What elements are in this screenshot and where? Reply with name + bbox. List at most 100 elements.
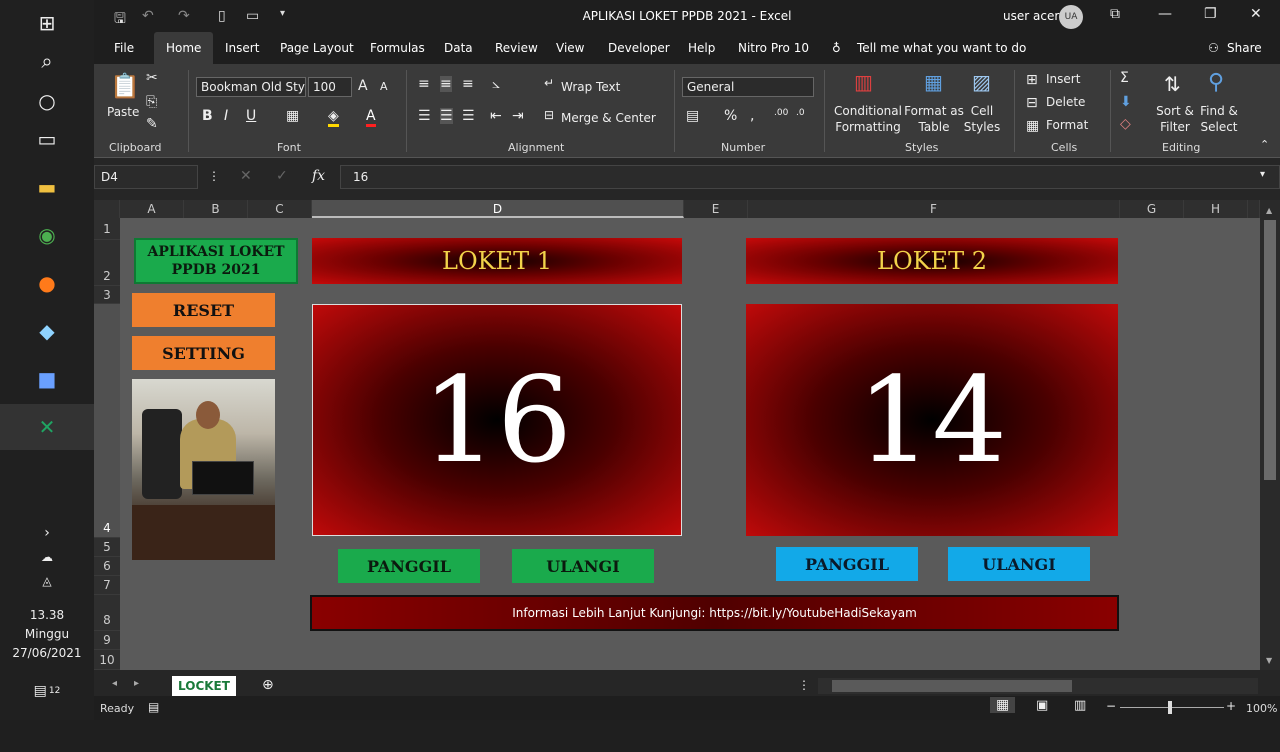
zoom-slider[interactable] (1120, 707, 1224, 708)
wrap-text-button[interactable]: Wrap Text (561, 80, 620, 94)
insert-function-button[interactable]: fx (312, 168, 325, 184)
new-file-icon[interactable]: ▯ (218, 8, 226, 24)
increase-decimal-icon[interactable]: .00 (774, 108, 788, 118)
column-header-g[interactable]: G (1120, 200, 1184, 218)
column-header-a[interactable]: A (120, 200, 184, 218)
underline-icon[interactable]: U (246, 108, 256, 124)
row-header-1[interactable]: 1 (94, 218, 120, 240)
zoom-level[interactable]: 100% (1246, 702, 1277, 715)
redo-icon[interactable]: ↷ (178, 8, 190, 24)
sort-filter-icon[interactable]: ⇅ (1164, 72, 1181, 96)
autosum-icon[interactable]: Σ (1120, 70, 1129, 86)
increase-indent-icon[interactable]: ⇥ (512, 108, 524, 124)
fill-icon[interactable]: ⬇ (1120, 94, 1132, 110)
merge-icon[interactable]: ⊟ (544, 108, 554, 122)
bold-icon[interactable]: B (202, 108, 213, 124)
loket-1-number[interactable]: 16 (312, 304, 682, 536)
align-top-icon[interactable]: ≡ (418, 76, 430, 92)
italic-icon[interactable]: I (224, 108, 228, 124)
delete-cells-button[interactable]: Delete (1046, 95, 1085, 109)
close-icon[interactable]: ✕ (1250, 6, 1262, 22)
decrease-decimal-icon[interactable]: .0 (796, 108, 805, 118)
save-icon[interactable]: 🖫 (114, 8, 126, 32)
expand-formula-bar-icon[interactable]: ▾ (1260, 169, 1265, 180)
tab-review[interactable]: Review (495, 41, 538, 55)
tab-file[interactable]: File (114, 41, 134, 55)
clear-icon[interactable]: ◇ (1120, 116, 1131, 132)
comma-style-icon[interactable]: , (750, 108, 754, 124)
column-header-d[interactable]: D (312, 200, 684, 218)
loket-2-panggil-button[interactable]: PANGGIL (776, 547, 918, 581)
more-options-icon[interactable]: ⋮ (208, 169, 220, 183)
loket-2-ulangi-button[interactable]: ULANGI (948, 547, 1090, 581)
collapse-ribbon-icon[interactable]: ⌃ (1260, 138, 1269, 151)
row-header-10[interactable]: 10 (94, 650, 120, 670)
align-middle-icon[interactable]: ≡ (440, 76, 452, 92)
format-cells-button[interactable]: Format (1046, 118, 1088, 132)
scroll-up-icon[interactable]: ▲ (1266, 206, 1272, 215)
page-layout-view-icon[interactable]: ▣ (1036, 698, 1048, 713)
row-header-5[interactable]: 5 (94, 538, 120, 557)
task-view-icon[interactable]: ▭ (0, 116, 94, 162)
format-painter-icon[interactable]: ✎ (146, 116, 158, 132)
copy-icon[interactable]: ⎘ (146, 94, 157, 110)
insert-cells-button[interactable]: Insert (1046, 72, 1080, 86)
normal-view-icon[interactable]: ▦ (990, 697, 1016, 713)
customize-qat-icon[interactable]: ▾ (280, 8, 285, 19)
column-header-e[interactable]: E (684, 200, 748, 218)
find-select-button[interactable]: Find & Select (1194, 103, 1244, 135)
delete-cells-icon[interactable]: ⊟ (1026, 95, 1038, 111)
name-box[interactable]: D4 (94, 165, 198, 189)
formula-input[interactable]: 16 (340, 165, 1280, 189)
column-header-h[interactable]: H (1184, 200, 1248, 218)
tab-split-icon[interactable]: ⋮ (798, 678, 810, 692)
cell-styles-icon[interactable]: ▨ (972, 70, 991, 94)
clock-time[interactable]: 13.38 (0, 606, 94, 625)
fill-color-icon[interactable]: ◈ (328, 108, 339, 127)
firefox-icon[interactable]: ● (0, 260, 94, 306)
row-header-2[interactable]: 2 (94, 240, 120, 286)
reset-button[interactable]: RESET (132, 293, 275, 327)
row-header-4[interactable]: 4 (94, 304, 120, 538)
sort-filter-button[interactable]: Sort & Filter (1150, 103, 1200, 135)
minimize-icon[interactable]: — (1158, 6, 1172, 22)
macro-record-icon[interactable]: ▤ (148, 700, 159, 714)
info-link-bar[interactable]: Informasi Lebih Lanjut Kunjungi: https:/… (310, 595, 1119, 631)
format-as-table-button[interactable]: Format as Table (904, 103, 964, 135)
app-icon[interactable]: ◆ (0, 308, 94, 354)
format-as-table-icon[interactable]: ▦ (924, 70, 943, 94)
open-folder-icon[interactable]: ▭ (246, 8, 259, 24)
network-icon[interactable]: ◬ (0, 558, 94, 604)
tell-me-search[interactable]: Tell me what you want to do (857, 41, 1026, 55)
next-sheet-icon[interactable]: ▸ (134, 678, 139, 689)
tab-home[interactable]: Home (154, 32, 214, 64)
cut-icon[interactable]: ✂ (146, 70, 158, 86)
user-name[interactable]: user acer (1003, 9, 1059, 23)
confirm-entry-icon[interactable]: ✓ (276, 168, 288, 184)
vertical-scroll-thumb[interactable] (1264, 220, 1276, 480)
page-break-view-icon[interactable]: ▥ (1074, 698, 1086, 713)
tab-help[interactable]: Help (688, 41, 715, 55)
sheet-tab-locket[interactable]: LOCKET (172, 676, 236, 696)
paste-button[interactable]: Paste (107, 105, 139, 119)
chrome-icon[interactable]: ◉ (0, 212, 94, 258)
loket-1-panggil-button[interactable]: PANGGIL (338, 549, 480, 583)
cancel-entry-icon[interactable]: ✕ (240, 168, 252, 184)
tab-nitro[interactable]: Nitro Pro 10 (738, 41, 809, 55)
decrease-indent-icon[interactable]: ⇤ (490, 108, 502, 124)
insert-cells-icon[interactable]: ⊞ (1026, 72, 1038, 88)
column-header-b[interactable]: B (184, 200, 248, 218)
setting-button[interactable]: SETTING (132, 336, 275, 370)
conditional-formatting-button[interactable]: Conditional Formatting (830, 103, 906, 135)
notification-icon[interactable]: ▤ 12 (0, 668, 94, 714)
restore-icon[interactable]: ❐ (1204, 6, 1217, 22)
zoom-slider-thumb[interactable] (1168, 701, 1172, 714)
share-button[interactable]: Share (1227, 41, 1262, 55)
vertical-scrollbar[interactable]: ▲ ▼ (1260, 200, 1280, 670)
column-header-f[interactable]: F (748, 200, 1120, 218)
loket-2-number[interactable]: 14 (746, 304, 1118, 536)
select-all-corner[interactable] (94, 200, 120, 218)
tab-developer[interactable]: Developer (608, 41, 670, 55)
recorder-icon[interactable]: ■ (0, 356, 94, 402)
align-right-icon[interactable]: ☰ (462, 108, 475, 124)
